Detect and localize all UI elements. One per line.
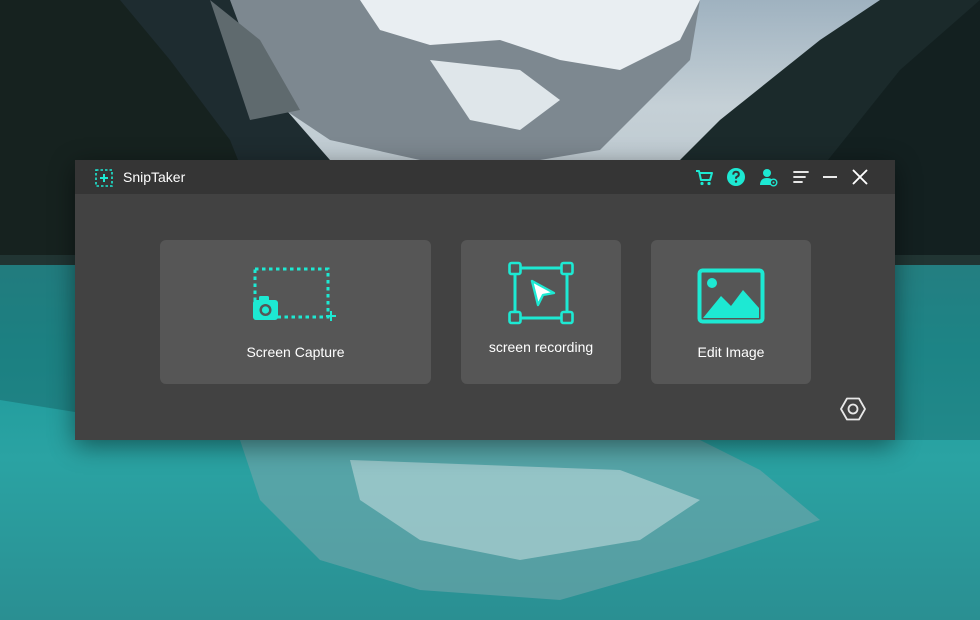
settings-icon[interactable] xyxy=(840,396,866,422)
close-icon[interactable] xyxy=(850,167,870,187)
edit-image-label: Edit Image xyxy=(697,344,765,360)
screen-recording-label: screen recording xyxy=(488,339,594,355)
screen-recording-button[interactable]: screen recording xyxy=(461,240,621,384)
menu-icon[interactable] xyxy=(791,167,811,187)
minimize-icon[interactable] xyxy=(820,167,840,187)
sniptaker-logo-icon xyxy=(94,168,114,188)
edit-image-icon xyxy=(697,268,765,324)
cart-icon[interactable] xyxy=(694,167,714,187)
account-icon[interactable] xyxy=(758,167,778,187)
sniptaker-window: SnipTaker Screen Capture screen recordin… xyxy=(75,160,895,440)
screen-capture-icon xyxy=(253,267,336,321)
screen-capture-label: Screen Capture xyxy=(246,344,345,360)
edit-image-button[interactable]: Edit Image xyxy=(651,240,811,384)
screen-capture-button[interactable]: Screen Capture xyxy=(160,240,431,384)
help-icon[interactable] xyxy=(726,167,746,187)
title-bar[interactable]: SnipTaker xyxy=(75,160,895,194)
screen-recording-icon xyxy=(508,261,574,325)
app-title: SnipTaker xyxy=(123,169,186,185)
